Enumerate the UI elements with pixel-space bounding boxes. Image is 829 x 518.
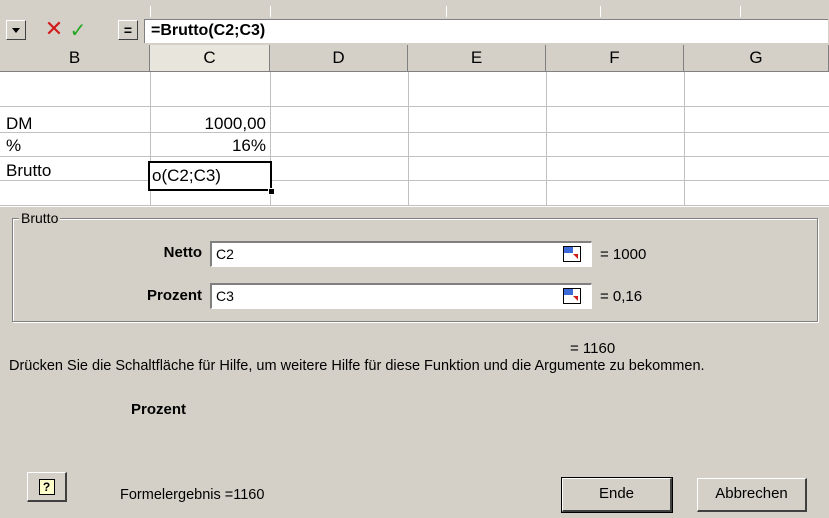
help-button[interactable]: ? (27, 472, 67, 502)
abbrechen-button[interactable]: Abbrechen (697, 478, 807, 512)
netto-label: Netto (163, 244, 202, 261)
column-header-b[interactable]: B (0, 45, 150, 71)
collapse-dialog-icon[interactable] (563, 246, 581, 262)
netto-result: = 1000 (600, 246, 647, 263)
toolbar-edge (0, 0, 829, 18)
column-header-c[interactable]: C (150, 45, 270, 71)
formula-bar: ✕ ✓ = =Brutto(C2;C3) (0, 17, 829, 45)
cancel-formula-button[interactable]: ✕ (44, 17, 64, 42)
formula-input[interactable]: =Brutto(C2;C3) (144, 19, 828, 43)
cell-c4-editing[interactable]: o(C2;C3) (148, 161, 272, 191)
column-headers: B C D E F G (0, 45, 829, 72)
netto-input-value: C2 (216, 246, 234, 262)
netto-input[interactable]: C2 (210, 241, 592, 267)
cell-c3[interactable]: 16% (150, 134, 266, 158)
help-icon: ? (38, 478, 55, 495)
column-header-g[interactable]: G (684, 45, 829, 71)
equals-icon: = (123, 22, 133, 38)
check-icon: ✓ (69, 18, 87, 42)
chevron-down-icon (12, 27, 20, 33)
fill-handle[interactable] (268, 188, 275, 195)
column-header-d[interactable]: D (270, 45, 408, 71)
cell-b2[interactable]: DM (6, 112, 32, 136)
prozent-label: Prozent (146, 287, 202, 304)
prozent-result: = 0,16 (600, 288, 643, 305)
group-title: Brutto (19, 210, 61, 226)
x-icon: ✕ (44, 17, 64, 42)
formula-result-text: Formelergebnis =1160 (120, 487, 265, 503)
column-header-e[interactable]: E (408, 45, 546, 71)
ende-button[interactable]: Ende (561, 477, 673, 513)
function-result: = 1160 (570, 340, 616, 357)
cell-b3[interactable]: % (6, 134, 21, 158)
function-arguments-dialog: Brutto Netto C2 = 1000 Prozent C3 = 0,16… (0, 206, 829, 518)
cell-b4[interactable]: Brutto (6, 159, 51, 183)
help-description: Drücken Sie die Schaltfläche für Hilfe, … (9, 358, 705, 374)
name-box-dropdown-button[interactable] (6, 20, 26, 40)
sheet-grid[interactable]: DM 1000,00 % 16% Brutto (0, 72, 829, 206)
collapse-dialog-icon[interactable] (563, 288, 581, 304)
current-argument-name: Prozent (131, 401, 187, 418)
prozent-input-value: C3 (216, 288, 234, 304)
enter-formula-button[interactable]: ✓ (68, 20, 88, 40)
edit-formula-button[interactable]: = (118, 20, 138, 40)
column-header-f[interactable]: F (546, 45, 684, 71)
prozent-input[interactable]: C3 (210, 283, 592, 309)
cell-c2[interactable]: 1000,00 (150, 112, 266, 136)
